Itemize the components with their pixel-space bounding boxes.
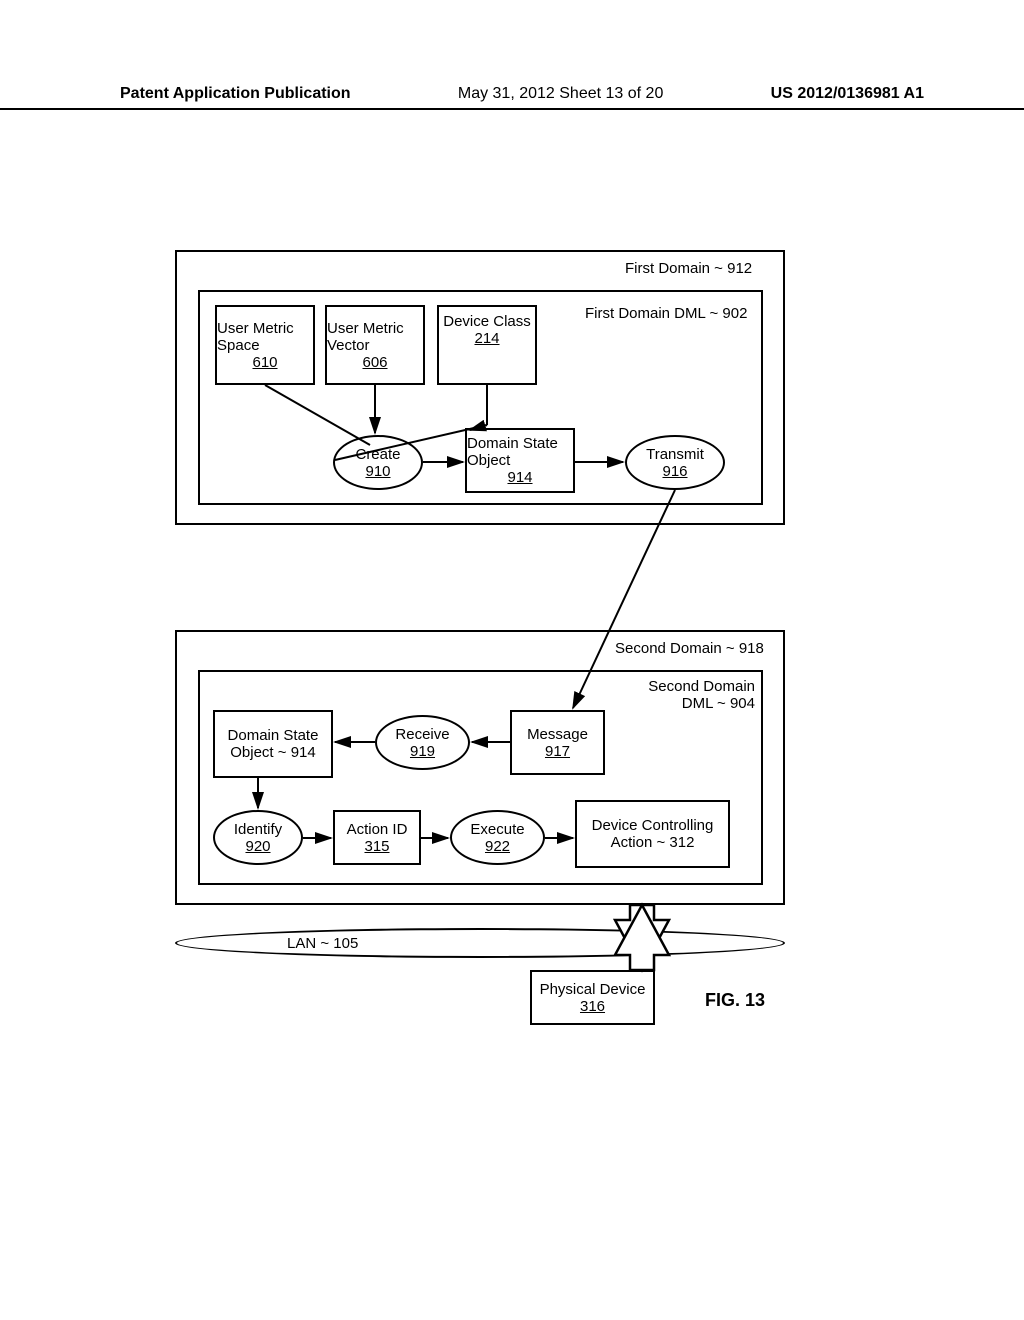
message-box: Message 917 (510, 710, 605, 775)
message-title: Message (527, 726, 588, 743)
user-metric-vector-box: User Metric Vector 606 (325, 305, 425, 385)
dso1-ref: 914 (507, 469, 532, 486)
execute-ref: 922 (485, 838, 510, 855)
identify-ellipse: Identify 920 (213, 810, 303, 865)
dc-title: Device Class (443, 313, 531, 330)
first-domain-label: First Domain ~ 912 (625, 260, 752, 277)
header-right: US 2012/0136981 A1 (771, 85, 924, 103)
figure-label: FIG. 13 (705, 990, 765, 1011)
physical-device-box: Physical Device 316 (530, 970, 655, 1025)
header-left: Patent Application Publication (120, 85, 351, 103)
lan-ellipse: LAN ~ 105 (175, 928, 785, 958)
dc-ref: 214 (474, 330, 499, 347)
receive-title: Receive (395, 726, 449, 743)
message-ref: 917 (545, 743, 570, 760)
dca-title: Device Controlling Action ~ 312 (577, 817, 728, 851)
transmit-ref: 916 (662, 463, 687, 480)
identify-title: Identify (234, 821, 282, 838)
domain-state-object-1-box: Domain State Object 914 (465, 428, 575, 493)
dso1-title: Domain State Object (467, 435, 573, 469)
user-metric-space-box: User Metric Space 610 (215, 305, 315, 385)
device-class-box: Device Class 214 (437, 305, 537, 385)
create-title: Create (355, 446, 400, 463)
pd-title: Physical Device (540, 981, 646, 998)
umv-ref: 606 (362, 354, 387, 371)
execute-title: Execute (470, 821, 524, 838)
ums-ref: 610 (252, 354, 277, 371)
page-header: Patent Application Publication May 31, 2… (0, 85, 1024, 110)
ums-title: User Metric Space (217, 320, 313, 354)
pd-ref: 316 (580, 998, 605, 1015)
transmit-title: Transmit (646, 446, 704, 463)
umv-title: User Metric Vector (327, 320, 423, 354)
first-domain-dml-label: First Domain DML ~ 902 (585, 305, 747, 322)
receive-ref: 919 (410, 743, 435, 760)
create-ref: 910 (365, 463, 390, 480)
dso2-title: Domain State Object ~ 914 (215, 727, 331, 761)
identify-ref: 920 (245, 838, 270, 855)
device-controlling-action-box: Device Controlling Action ~ 312 (575, 800, 730, 868)
lan-title: LAN ~ 105 (287, 935, 358, 952)
action-id-box: Action ID 315 (333, 810, 421, 865)
execute-ellipse: Execute 922 (450, 810, 545, 865)
transmit-ellipse: Transmit 916 (625, 435, 725, 490)
action-id-ref: 315 (364, 838, 389, 855)
second-domain-dml-label: Second Domain DML ~ 904 (635, 678, 755, 712)
header-center: May 31, 2012 Sheet 13 of 20 (458, 85, 663, 103)
domain-state-object-2-box: Domain State Object ~ 914 (213, 710, 333, 778)
second-domain-label: Second Domain ~ 918 (615, 640, 764, 657)
action-id-title: Action ID (347, 821, 408, 838)
create-ellipse: Create 910 (333, 435, 423, 490)
receive-ellipse: Receive 919 (375, 715, 470, 770)
